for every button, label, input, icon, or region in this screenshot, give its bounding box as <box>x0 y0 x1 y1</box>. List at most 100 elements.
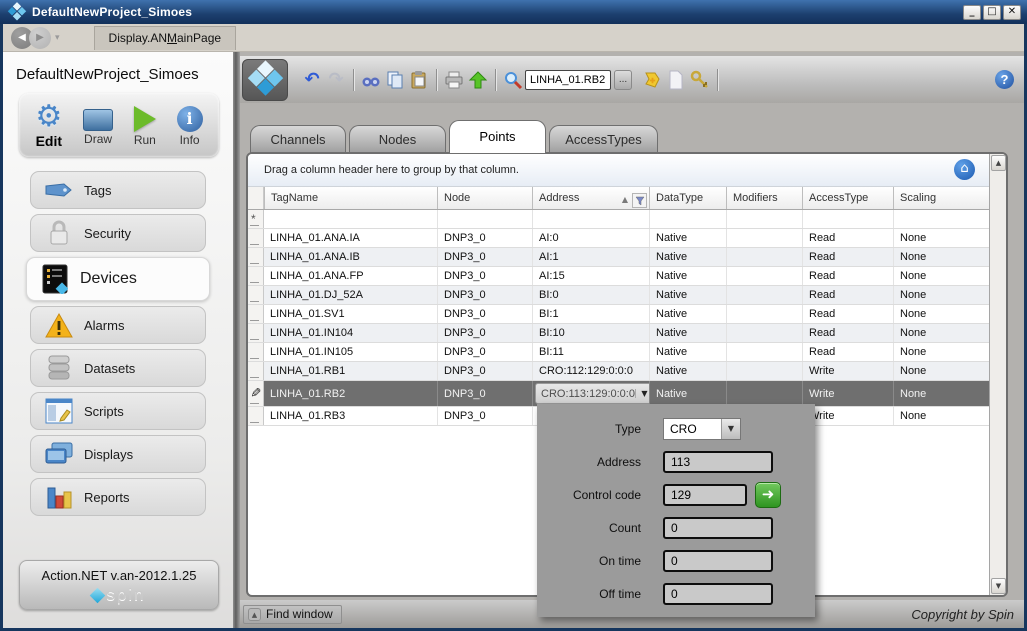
info-icon: i <box>177 106 203 132</box>
tab-channels[interactable]: Channels <box>250 125 346 153</box>
export-button[interactable] <box>466 68 490 92</box>
edit-mode-button[interactable]: ⚙ Edit <box>35 102 62 149</box>
scroll-down-icon[interactable]: ▼ <box>991 578 1006 594</box>
type-combobox[interactable]: CRO ▼ <box>663 418 741 440</box>
print-button[interactable] <box>442 68 466 92</box>
new-row[interactable]: * <box>248 210 989 229</box>
table-row[interactable]: LINHA_01.ANA.IA DNP3_0 AI:0 Native Read … <box>248 229 989 248</box>
count-field[interactable] <box>663 517 773 539</box>
tag-filter-input[interactable] <box>525 70 611 90</box>
undo-button[interactable]: ↶ <box>300 68 324 92</box>
sidebar-item-security[interactable]: Security <box>30 214 206 252</box>
column-header-accesstype[interactable]: AccessType <box>802 187 893 209</box>
sidebar-item-tags[interactable]: Tags <box>30 171 206 209</box>
table-row[interactable]: LINHA_01.RB1 DNP3_0 CRO:112:129:0:0:0 Na… <box>248 362 989 381</box>
cell-tagname: LINHA_01.RB3 <box>264 407 437 425</box>
cell-node: DNP3_0 <box>437 381 532 406</box>
scroll-up-icon[interactable]: ▲ <box>991 155 1006 171</box>
copy-button[interactable] <box>383 68 407 92</box>
cell-accesstype: Write <box>802 381 893 406</box>
grid-header: TagName Node Address ▲ DataType Modifier… <box>248 187 989 210</box>
control-code-field[interactable] <box>663 484 747 506</box>
chevron-down-icon[interactable]: ▼ <box>721 419 740 439</box>
home-icon[interactable]: ⌂ <box>954 159 975 180</box>
maximize-button[interactable]: □ <box>983 5 1001 20</box>
paste-button[interactable] <box>407 68 431 92</box>
cell-datatype: Native <box>649 286 726 304</box>
column-header-node[interactable]: Node <box>437 187 532 209</box>
group-by-hint: Drag a column header here to group by th… <box>264 164 519 176</box>
row-indicator: * <box>248 210 264 228</box>
help-button[interactable]: ? <box>995 70 1014 89</box>
bar-chart-icon <box>43 482 75 512</box>
address-field[interactable] <box>663 451 773 473</box>
type-label: Type <box>537 422 663 436</box>
forward-button[interactable]: ▶ <box>29 27 51 49</box>
history-dropdown-icon[interactable]: ▾ <box>55 33 60 43</box>
row-indicator <box>248 407 264 425</box>
sidebar-item-datasets[interactable]: Datasets <box>30 349 206 387</box>
row-indicator <box>248 324 264 342</box>
sidebar-item-displays[interactable]: Displays <box>30 435 206 473</box>
search-button[interactable] <box>501 68 525 92</box>
tab-nodes[interactable]: Nodes <box>349 125 446 153</box>
cell-node: DNP3_0 <box>437 248 532 266</box>
column-header-scaling[interactable]: Scaling <box>893 187 989 209</box>
table-row[interactable]: LINHA_01.SV1 DNP3_0 BI:1 Native Read Non… <box>248 305 989 324</box>
apply-button[interactable]: ➜ <box>755 482 781 508</box>
cell-node: DNP3_0 <box>437 407 532 425</box>
table-row[interactable]: LINHA_01.IN105 DNP3_0 BI:11 Native Read … <box>248 343 989 362</box>
cell-modifiers <box>726 267 802 285</box>
cell-accesstype: Read <box>802 343 893 361</box>
cell-tagname: LINHA_01.IN104 <box>264 324 437 342</box>
table-row[interactable]: LINHA_01.IN104 DNP3_0 BI:10 Native Read … <box>248 324 989 343</box>
info-mode-button[interactable]: i Info <box>177 103 203 147</box>
cell-accesstype: Read <box>802 324 893 342</box>
on-time-field[interactable] <box>663 550 773 572</box>
sidebar-item-scripts[interactable]: Scripts <box>30 392 206 430</box>
row-indicator <box>248 362 264 380</box>
vertical-scrollbar[interactable]: ▲ ▼ <box>989 154 1006 595</box>
add-tag-icon <box>642 70 662 90</box>
tab-accesstypes[interactable]: AccessTypes <box>549 125 658 153</box>
tag-icon <box>43 175 75 205</box>
cell-modifiers <box>726 343 802 361</box>
redo-button[interactable]: ↷ <box>324 68 348 92</box>
pencil-icon: ✎ <box>247 387 262 398</box>
table-row[interactable]: LINHA_01.ANA.IB DNP3_0 AI:1 Native Read … <box>248 248 989 267</box>
table-row[interactable]: LINHA_01.ANA.FP DNP3_0 AI:15 Native Read… <box>248 267 989 286</box>
group-by-band[interactable]: Drag a column header here to group by th… <box>248 154 989 187</box>
column-header-datatype[interactable]: DataType <box>649 187 726 209</box>
filter-icon[interactable] <box>632 193 647 208</box>
browse-button[interactable]: ... <box>614 70 632 90</box>
navigation-bar: ◀ ▶ ▾ Display.ANMainPage <box>3 24 1024 52</box>
off-time-field[interactable] <box>663 583 773 605</box>
close-button[interactable]: ✕ <box>1003 5 1021 20</box>
new-document-button[interactable] <box>664 68 688 92</box>
cell-node: DNP3_0 <box>437 343 532 361</box>
column-header-modifiers[interactable]: Modifiers <box>726 187 802 209</box>
cell-modifiers <box>726 381 802 406</box>
app-logo-button[interactable] <box>242 59 288 101</box>
security-keys-button[interactable] <box>688 68 712 92</box>
version-panel: Action.NET v.an-2012.1.25 spin <box>19 560 219 610</box>
run-mode-button[interactable]: Run <box>134 103 156 147</box>
find-button[interactable] <box>359 68 383 92</box>
tab-points[interactable]: Points <box>449 120 546 153</box>
sidebar-item-reports[interactable]: Reports <box>30 478 206 516</box>
splitter[interactable] <box>233 52 240 628</box>
address-combobox[interactable]: CRO:113:129:0:0:0 ▼ <box>535 383 649 404</box>
row-indicator <box>248 267 264 285</box>
chevron-down-icon[interactable]: ▼ <box>635 389 649 398</box>
cell-address: AI:0 <box>532 229 649 247</box>
find-window-button[interactable]: ▲ Find window <box>243 605 342 624</box>
sidebar-item-devices[interactable]: Devices <box>26 257 210 301</box>
draw-mode-button[interactable]: Draw <box>83 105 113 146</box>
column-header-address[interactable]: Address ▲ <box>532 187 649 209</box>
sidebar-item-alarms[interactable]: Alarms <box>30 306 206 344</box>
page-tab-displays-anmainpage[interactable]: Display.ANMainPage <box>94 26 237 50</box>
table-row[interactable]: LINHA_01.DJ_52A DNP3_0 BI:0 Native Read … <box>248 286 989 305</box>
column-header-tagname[interactable]: TagName <box>264 187 437 209</box>
minimize-button[interactable]: _ <box>963 5 981 20</box>
add-tag-button[interactable] <box>640 68 664 92</box>
